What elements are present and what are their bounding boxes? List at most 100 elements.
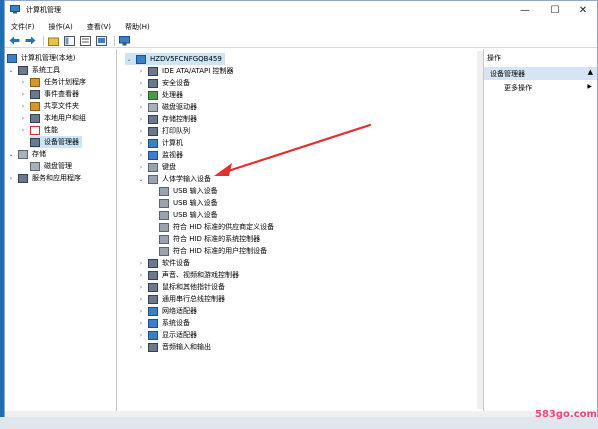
chevron-right-icon[interactable]: ›	[137, 330, 145, 340]
show-hide-tree-icon[interactable]	[63, 35, 76, 47]
device-category[interactable]: › 声音、视频和游戏控制器	[137, 269, 239, 281]
menu-action[interactable]: 操作(A)	[49, 22, 73, 32]
device-category-label: 打印队列	[162, 127, 190, 135]
back-icon[interactable]	[8, 35, 21, 47]
chevron-right-icon[interactable]: ›	[137, 150, 145, 160]
hid-device-item[interactable]: USB 输入设备	[159, 197, 218, 209]
help-icon[interactable]	[95, 35, 108, 47]
hid-device-item[interactable]: 符合 HID 标准的用户控制设备	[159, 245, 267, 257]
chevron-right-icon[interactable]: ›	[137, 342, 145, 352]
actions-group-device-manager[interactable]: 设备管理器 ▲	[484, 67, 597, 80]
tree-root[interactable]: 计算机管理(本地)	[7, 52, 75, 64]
chevron-right-icon[interactable]: ›	[19, 101, 27, 111]
title-bar[interactable]: 计算机管理 — ☐ ✕	[5, 1, 597, 19]
chevron-right-icon[interactable]: ›	[137, 114, 145, 124]
device-category[interactable]: › 磁盘驱动器	[137, 101, 197, 113]
chevron-right-icon[interactable]: ›	[137, 294, 145, 304]
chevron-right-icon[interactable]: ›	[7, 173, 15, 183]
minimize-button[interactable]: —	[513, 1, 537, 19]
chevron-down-icon[interactable]: ⌄	[137, 174, 145, 184]
device-category[interactable]: › 系统设备	[137, 317, 190, 329]
chevron-right-icon[interactable]: ›	[137, 162, 145, 172]
device-icon	[148, 114, 158, 124]
tree-item-system-tools[interactable]: ⌄ 系统工具	[7, 64, 60, 76]
device-category[interactable]: › 键盘	[137, 161, 176, 173]
hid-device-item[interactable]: USB 输入设备	[159, 209, 218, 221]
device-icon	[148, 294, 158, 304]
chevron-right-icon[interactable]: ›	[137, 282, 145, 292]
tree-item-services-apps[interactable]: › 服务和应用程序	[7, 172, 81, 184]
device-category[interactable]: › 鼠标和其他指针设备	[137, 281, 225, 293]
computer-name: HZDV5FCNFGQB459	[150, 55, 222, 63]
device-category[interactable]: › IDE ATA/ATAPI 控制器	[137, 65, 234, 77]
console-tree: 计算机管理(本地) ⌄ 系统工具 › 任务计划程序 › 事件查看器 › 共享文件…	[5, 49, 117, 411]
chevron-right-icon[interactable]: ›	[137, 258, 145, 268]
device-category[interactable]: › 显示适配器	[137, 329, 197, 341]
chevron-right-icon[interactable]: ›	[137, 90, 145, 100]
device-category[interactable]: › 软件设备	[137, 257, 190, 269]
device-category[interactable]: › 存储控制器	[137, 113, 197, 125]
device-category[interactable]: › 打印队列	[137, 125, 190, 137]
processor-icon	[148, 90, 158, 100]
close-button[interactable]: ✕	[571, 1, 595, 19]
chevron-right-icon[interactable]: ›	[19, 89, 27, 99]
chevron-right-icon[interactable]: ›	[19, 113, 27, 123]
chevron-right-icon[interactable]: ›	[19, 77, 27, 87]
tree-item-performance[interactable]: › 性能	[19, 124, 58, 136]
device-category[interactable]: › 监视器	[137, 149, 183, 161]
chevron-right-icon[interactable]: ›	[137, 126, 145, 136]
folder-up-icon[interactable]	[47, 35, 60, 47]
forward-icon[interactable]	[24, 35, 37, 47]
hid-device-icon	[159, 210, 169, 220]
tree-item-storage[interactable]: ⌄ 存储	[7, 148, 46, 160]
chevron-right-icon[interactable]: ›	[137, 270, 145, 280]
menu-help[interactable]: 帮助(H)	[125, 22, 150, 32]
shared-folder-icon	[30, 101, 40, 111]
more-actions-link[interactable]: 更多操作	[504, 83, 532, 93]
chevron-right-icon[interactable]: ›	[137, 318, 145, 328]
device-category[interactable]: › 处理器	[137, 89, 183, 101]
chevron-right-icon[interactable]: ▶	[587, 83, 592, 90]
chevron-down-icon[interactable]: ⌄	[7, 149, 15, 159]
hid-icon	[148, 174, 158, 184]
maximize-button[interactable]: ☐	[543, 1, 567, 19]
hid-device-item[interactable]: 符合 HID 标准的系统控制器	[159, 233, 260, 245]
status-bar	[5, 411, 597, 417]
chevron-right-icon[interactable]: ›	[137, 78, 145, 88]
hid-device-icon	[159, 234, 169, 244]
menu-view[interactable]: 查看(V)	[87, 22, 111, 32]
chevron-right-icon[interactable]: ›	[137, 102, 145, 112]
chevron-right-icon[interactable]: ›	[137, 306, 145, 316]
actions-header: 操作	[487, 54, 501, 62]
device-category-label: 显示适配器	[162, 331, 197, 339]
services-icon	[18, 173, 28, 183]
device-category-hid[interactable]: ⌄ 人体学输入设备	[137, 173, 211, 185]
chevron-down-icon[interactable]: ⌄	[7, 65, 15, 75]
device-category[interactable]: › 通用串行总线控制器	[137, 293, 225, 305]
toolbar-separator	[43, 35, 44, 46]
tree-computer-root[interactable]: ⌄ HZDV5FCNFGQB459	[125, 53, 225, 65]
monitor-icon	[148, 306, 158, 316]
chevron-right-icon[interactable]: ›	[137, 138, 145, 148]
chevron-right-icon[interactable]: ›	[19, 125, 27, 135]
chevron-right-icon[interactable]: ›	[137, 66, 145, 76]
collapse-up-icon[interactable]: ▲	[588, 68, 593, 76]
computer-management-icon	[10, 5, 20, 14]
device-category[interactable]: › 网络适配器	[137, 305, 197, 317]
tree-item-local-users[interactable]: › 本地用户和组	[19, 112, 86, 124]
device-category[interactable]: › 音频输入和输出	[137, 341, 211, 353]
keyboard-icon	[148, 162, 158, 172]
properties-icon[interactable]	[79, 35, 92, 47]
hid-device-item[interactable]: 符合 HID 标准的供应商定义设备	[159, 221, 274, 233]
device-category[interactable]: › 计算机	[137, 137, 183, 149]
device-category[interactable]: › 安全设备	[137, 77, 190, 89]
menu-file[interactable]: 文件(F)	[11, 22, 35, 32]
tree-item-device-manager[interactable]: 设备管理器	[30, 136, 82, 148]
tree-item-disk-management[interactable]: 磁盘管理	[30, 160, 72, 172]
tree-item-event-viewer[interactable]: › 事件查看器	[19, 88, 79, 100]
chevron-down-icon[interactable]: ⌄	[125, 54, 133, 64]
monitor-icon[interactable]	[118, 35, 131, 47]
hid-device-item[interactable]: USB 输入设备	[159, 185, 218, 197]
tree-item-task-scheduler[interactable]: › 任务计划程序	[19, 76, 86, 88]
tree-item-shared-folders[interactable]: › 共享文件夹	[19, 100, 79, 112]
